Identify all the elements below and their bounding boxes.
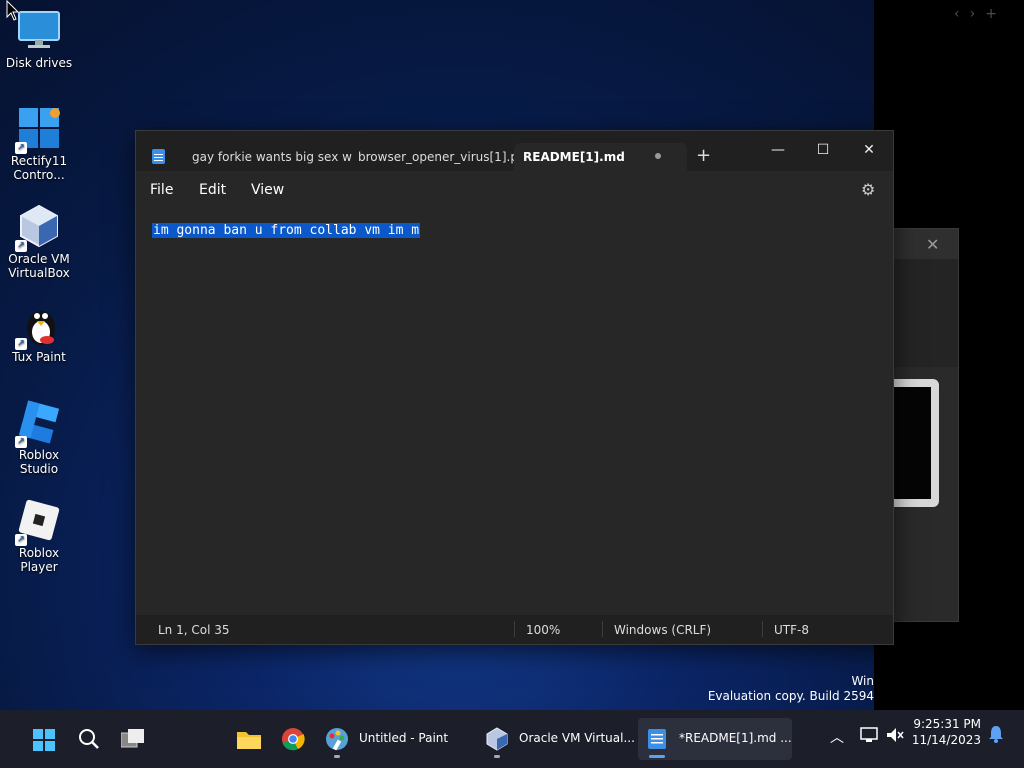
clock-date: 11/14/2023 [911,733,981,747]
search-icon [79,729,99,749]
desktop-icon-roblox-studio[interactable]: ↗ Roblox Studio [1,400,77,476]
maximize-button[interactable]: ☐ [808,136,838,164]
start-button[interactable] [26,718,64,760]
shortcut-arrow-icon: ↗ [15,338,27,350]
cursor-position: Ln 1, Col 35 [158,623,230,637]
background-dialog: ✕ [892,228,959,622]
volume-muted-icon[interactable] [886,727,904,743]
desktop-icon-roblox-player[interactable]: ↗ Roblox Player [1,498,77,574]
close-button[interactable]: ✕ [854,136,884,164]
status-bar: Ln 1, Col 35 100% Windows (CRLF) UTF-8 [136,615,893,644]
taskbar-file-explorer[interactable] [230,718,268,760]
notification-bell-icon[interactable] [988,725,1004,743]
close-icon[interactable]: ✕ [926,235,939,254]
shortcut-arrow-icon: ↗ [15,240,27,252]
virtualbox-icon [486,727,508,751]
system-clock[interactable]: 9:25:31 PM 11/14/2023 [905,716,981,748]
running-indicator [334,755,340,758]
desktop-icon-label: Rectify11 Contro... [10,154,68,182]
desktop-icon-tux-paint[interactable]: ↗ Tux Paint [1,302,77,364]
tab-2[interactable]: browser_opener_virus[1].py [352,143,518,171]
notepad-icon [648,729,666,749]
running-indicator [494,755,500,758]
windows-control-icon: ↗ [15,106,61,154]
new-tab-button[interactable]: + [696,145,711,166]
search-button[interactable] [70,718,108,760]
gear-icon[interactable]: ⚙ [861,180,875,199]
tab-label: browser_opener_virus[1].py [358,150,518,164]
text-editor[interactable]: im gonna ban u from collab vm im m [152,223,421,238]
desktop-icon-rectify11[interactable]: ↗ Rectify11 Contro... [1,106,77,182]
menu-file[interactable]: File [150,182,173,198]
roblox-player-icon: ↗ [15,498,61,546]
taskbar: Untitled - Paint Oracle VM Virtual... *R… [0,710,1024,768]
roblox-studio-icon: ↗ [15,400,61,448]
folder-icon [237,732,261,749]
paint-icon [326,728,348,751]
mouse-cursor-icon [6,0,20,21]
active-indicator [649,755,665,758]
encoding[interactable]: UTF-8 [774,623,809,637]
chrome-icon [282,728,305,751]
taskbar-app-label: *README[1].md ... [679,731,792,745]
new-tab-icon[interactable]: + [985,6,997,22]
desktop-icon-label: Roblox Studio [18,448,60,476]
menu-view[interactable]: View [251,182,284,198]
desktop-icon-label: Disk drives [5,56,73,70]
penguin-icon: ↗ [15,302,61,350]
unsaved-dot-icon[interactable] [655,153,661,159]
preview-card [893,379,939,507]
taskbar-chrome[interactable] [274,718,312,760]
taskbar-virtualbox[interactable]: Oracle VM Virtual... [478,718,635,760]
forward-arrow-icon[interactable]: › [970,6,976,22]
virtualbox-icon: ↗ [15,204,61,252]
back-arrow-icon[interactable]: ‹ [954,6,960,22]
taskbar-paint[interactable]: Untitled - Paint [318,718,460,760]
tab-1[interactable]: gay forkie wants big sex witl [186,143,352,171]
menu-bar: File Edit View ⚙ [136,171,893,209]
shortcut-arrow-icon: ↗ [15,142,27,154]
monitor-icon [17,8,61,52]
taskbar-app-label: Oracle VM Virtual... [519,731,635,745]
evaluation-watermark: Win Evaluation copy. Build 2594 [708,674,874,704]
desktop-icon-label: Oracle VM VirtualBox [8,252,70,280]
watermark-line: Win [851,674,874,688]
network-icon[interactable] [860,727,878,743]
line-ending[interactable]: Windows (CRLF) [614,623,711,637]
task-view-button[interactable] [114,718,152,760]
browser-nav-arrows[interactable]: ‹ › + [954,6,997,22]
taskbar-app-label: Untitled - Paint [359,731,449,745]
selected-text[interactable]: im gonna ban u from collab vm im m [152,223,421,238]
task-view-icon [121,729,144,748]
menu-edit[interactable]: Edit [199,182,226,198]
shortcut-arrow-icon: ↗ [15,534,27,546]
shortcut-arrow-icon: ↗ [15,436,27,448]
tab-label: gay forkie wants big sex witl [192,150,352,164]
watermark-line: Evaluation copy. Build 2594 [707,689,874,703]
tab-label: README[1].md [523,150,625,164]
clock-time: 9:25:31 PM [913,717,981,731]
zoom-level[interactable]: 100% [526,623,560,637]
desktop-icon-label: Roblox Player [18,546,60,574]
tab-readme[interactable]: README[1].md [514,143,687,171]
notepad-window: gay forkie wants big sex witl browser_op… [135,130,894,645]
chevron-up-icon[interactable]: ︿ [830,727,844,747]
desktop-icon-virtualbox[interactable]: ↗ Oracle VM VirtualBox [1,204,77,280]
notepad-icon [152,149,165,164]
desktop-icon-label: Tux Paint [12,350,66,364]
taskbar-notepad[interactable]: *README[1].md ... [638,718,792,760]
windows-logo-icon [33,729,55,751]
minimize-button[interactable]: — [763,136,793,164]
title-bar[interactable]: gay forkie wants big sex witl browser_op… [136,131,893,171]
